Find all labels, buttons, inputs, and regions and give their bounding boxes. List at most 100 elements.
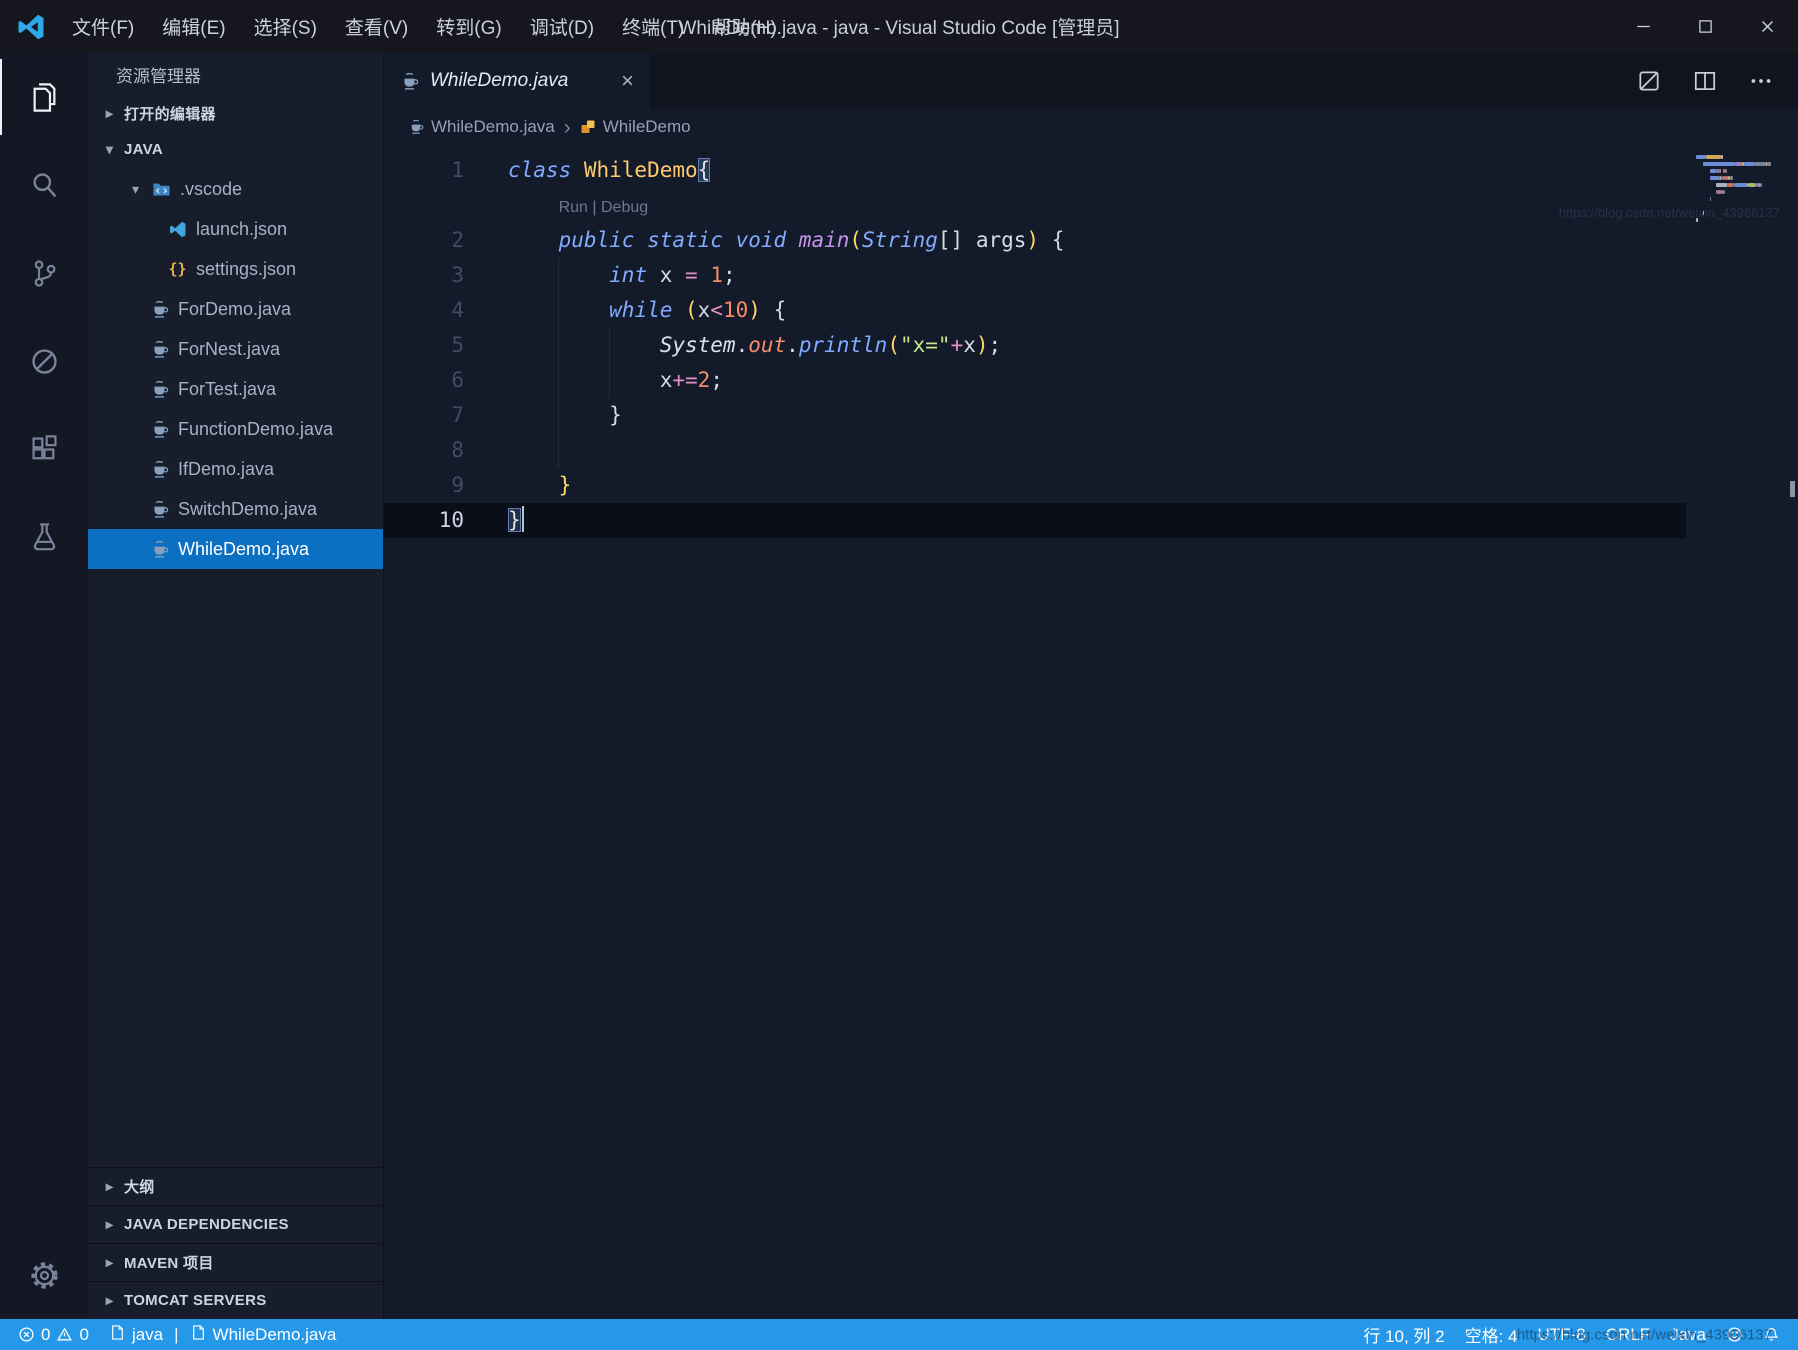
minimap-segment bbox=[1767, 162, 1770, 166]
minimap-segment bbox=[1721, 155, 1723, 159]
feedback-button[interactable] bbox=[1716, 1319, 1753, 1350]
status-file-item[interactable]: WhileDemo.java bbox=[180, 1319, 347, 1350]
activity-debug[interactable] bbox=[0, 317, 88, 405]
breadcrumb-symbol[interactable]: WhileDemo bbox=[580, 117, 691, 137]
minimap-line bbox=[1696, 169, 1788, 173]
tree-item-switchdemo-java[interactable]: SwitchDemo.java bbox=[88, 489, 383, 529]
menu-item[interactable]: 选择(S) bbox=[240, 13, 331, 40]
tab-label: WhileDemo.java bbox=[430, 70, 610, 92]
code-token: ( bbox=[849, 228, 862, 252]
folder-vscode-icon bbox=[152, 180, 171, 199]
statusbar-left: 0 0 java|WhileDemo.java bbox=[8, 1319, 346, 1350]
indentation-status[interactable]: 空格: 4 bbox=[1455, 1319, 1528, 1350]
code-token: = bbox=[685, 263, 698, 287]
warning-icon bbox=[56, 1326, 73, 1343]
eol-status[interactable]: CRLF bbox=[1596, 1319, 1660, 1350]
section-maven[interactable]: ▸ MAVEN 项目 bbox=[88, 1243, 383, 1281]
activity-extensions[interactable] bbox=[0, 405, 88, 493]
tree-item-functiondemo-java[interactable]: FunctionDemo.java bbox=[88, 409, 383, 449]
tree-item-fornest-java[interactable]: ForNest.java bbox=[88, 329, 383, 369]
close-button[interactable] bbox=[1736, 0, 1798, 53]
split-editor-icon[interactable] bbox=[1692, 68, 1718, 94]
code-token: class bbox=[508, 158, 584, 182]
breadcrumb: WhileDemo.java › WhileDemo bbox=[384, 109, 1798, 145]
tree-item-whiledemo-java[interactable]: WhileDemo.java bbox=[88, 529, 383, 569]
tree-item--vscode[interactable]: ▾.vscode bbox=[88, 169, 383, 209]
code-line: 8 bbox=[384, 433, 1686, 468]
encoding-status[interactable]: UTF-8 bbox=[1528, 1319, 1596, 1350]
status-bar: 0 0 java|WhileDemo.java 行 10, 列 2空格: 4UT… bbox=[0, 1319, 1798, 1350]
problems-status[interactable]: 0 0 bbox=[8, 1319, 99, 1350]
minimap-segment bbox=[1723, 190, 1725, 194]
code-token bbox=[508, 333, 660, 357]
tree-item-launch-json[interactable]: launch.json bbox=[88, 209, 383, 249]
language-mode-status[interactable]: Java bbox=[1660, 1319, 1716, 1350]
menu-item[interactable]: 查看(V) bbox=[331, 13, 422, 40]
tab-whiledemo[interactable]: WhileDemo.java × bbox=[384, 53, 650, 109]
line-number[interactable]: 5 bbox=[384, 328, 480, 363]
line-number[interactable]: 4 bbox=[384, 293, 480, 328]
code-token bbox=[508, 368, 660, 392]
git-branch-icon bbox=[27, 256, 62, 291]
code-token: ; bbox=[710, 368, 723, 392]
section-root-java[interactable]: ▾ JAVA bbox=[88, 131, 383, 167]
tree-item-label: FunctionDemo.java bbox=[178, 419, 333, 440]
code-line: 5 System.out.println("x="+x); bbox=[384, 328, 1686, 363]
breadcrumb-separator-icon: › bbox=[564, 117, 571, 138]
activity-settings[interactable] bbox=[0, 1231, 88, 1319]
minimap-segment bbox=[1749, 183, 1756, 187]
activity-source-control[interactable] bbox=[0, 229, 88, 317]
minimap-line bbox=[1696, 162, 1788, 166]
vscode-file-icon bbox=[168, 220, 187, 239]
tree-item-fordemo-java[interactable]: ForDemo.java bbox=[88, 289, 383, 329]
minimize-button[interactable] bbox=[1612, 0, 1674, 53]
cursor-position-status[interactable]: 行 10, 列 2 bbox=[1353, 1319, 1454, 1350]
codelens-run-link[interactable]: Run bbox=[559, 199, 588, 216]
minimap-segment bbox=[1710, 176, 1720, 180]
section-outline[interactable]: ▸ 大纲 bbox=[88, 1167, 383, 1205]
more-actions-icon[interactable] bbox=[1748, 68, 1774, 94]
close-tab-icon[interactable]: × bbox=[621, 70, 634, 92]
indent-guide bbox=[558, 258, 559, 468]
line-number[interactable]: 9 bbox=[384, 468, 480, 503]
codelens-debug-link[interactable]: Debug bbox=[601, 199, 648, 216]
tree-item-fortest-java[interactable]: ForTest.java bbox=[88, 369, 383, 409]
line-number[interactable]: 10 bbox=[384, 503, 480, 538]
close-icon bbox=[1760, 19, 1775, 34]
open-changes-icon[interactable] bbox=[1636, 68, 1662, 94]
section-open-editors[interactable]: ▸ 打开的编辑器 bbox=[88, 95, 383, 131]
breadcrumb-file[interactable]: WhileDemo.java bbox=[408, 117, 555, 137]
section-tomcat[interactable]: ▸ TOMCAT SERVERS bbox=[88, 1281, 383, 1319]
overview-ruler-cursor bbox=[1790, 481, 1795, 497]
java-file-icon bbox=[150, 460, 169, 479]
line-number[interactable] bbox=[384, 188, 480, 223]
notifications-button[interactable] bbox=[1753, 1319, 1790, 1350]
line-number[interactable]: 3 bbox=[384, 258, 480, 293]
code-token: ( bbox=[887, 333, 900, 357]
line-number[interactable]: 1 bbox=[384, 153, 480, 188]
line-number[interactable]: 2 bbox=[384, 223, 480, 258]
minimap[interactable] bbox=[1696, 155, 1788, 225]
status-file-item[interactable]: java bbox=[99, 1319, 173, 1350]
menu-item[interactable]: 调试(D) bbox=[516, 13, 608, 40]
chevron-down-icon: ▾ bbox=[102, 141, 117, 158]
menu-item[interactable]: 转到(G) bbox=[422, 13, 515, 40]
tree-item-settings-json[interactable]: {}settings.json bbox=[88, 249, 383, 289]
minimap-segment bbox=[1730, 176, 1733, 180]
bell-icon bbox=[1763, 1326, 1780, 1343]
line-number[interactable]: 8 bbox=[384, 433, 480, 468]
tree-item-ifdemo-java[interactable]: IfDemo.java bbox=[88, 449, 383, 489]
activity-explorer[interactable] bbox=[0, 53, 88, 141]
code-editor[interactable]: 1class WhileDemo{ Run | Debug2 public st… bbox=[384, 145, 1798, 1319]
menu-item[interactable]: 编辑(E) bbox=[148, 13, 239, 40]
code-token: ) bbox=[1026, 228, 1039, 252]
explorer-sidebar: 资源管理器 ▸ 打开的编辑器 ▾ JAVA ▾.vscodelaunch.jso… bbox=[88, 53, 384, 1319]
menu-item[interactable]: 文件(F) bbox=[58, 13, 148, 40]
activity-search[interactable] bbox=[0, 141, 88, 229]
line-number[interactable]: 6 bbox=[384, 363, 480, 398]
section-java-dependencies[interactable]: ▸ JAVA DEPENDENCIES bbox=[88, 1205, 383, 1243]
activity-test[interactable] bbox=[0, 493, 88, 581]
line-number[interactable]: 7 bbox=[384, 398, 480, 433]
maximize-button[interactable] bbox=[1674, 0, 1736, 53]
code-token: x bbox=[963, 333, 976, 357]
